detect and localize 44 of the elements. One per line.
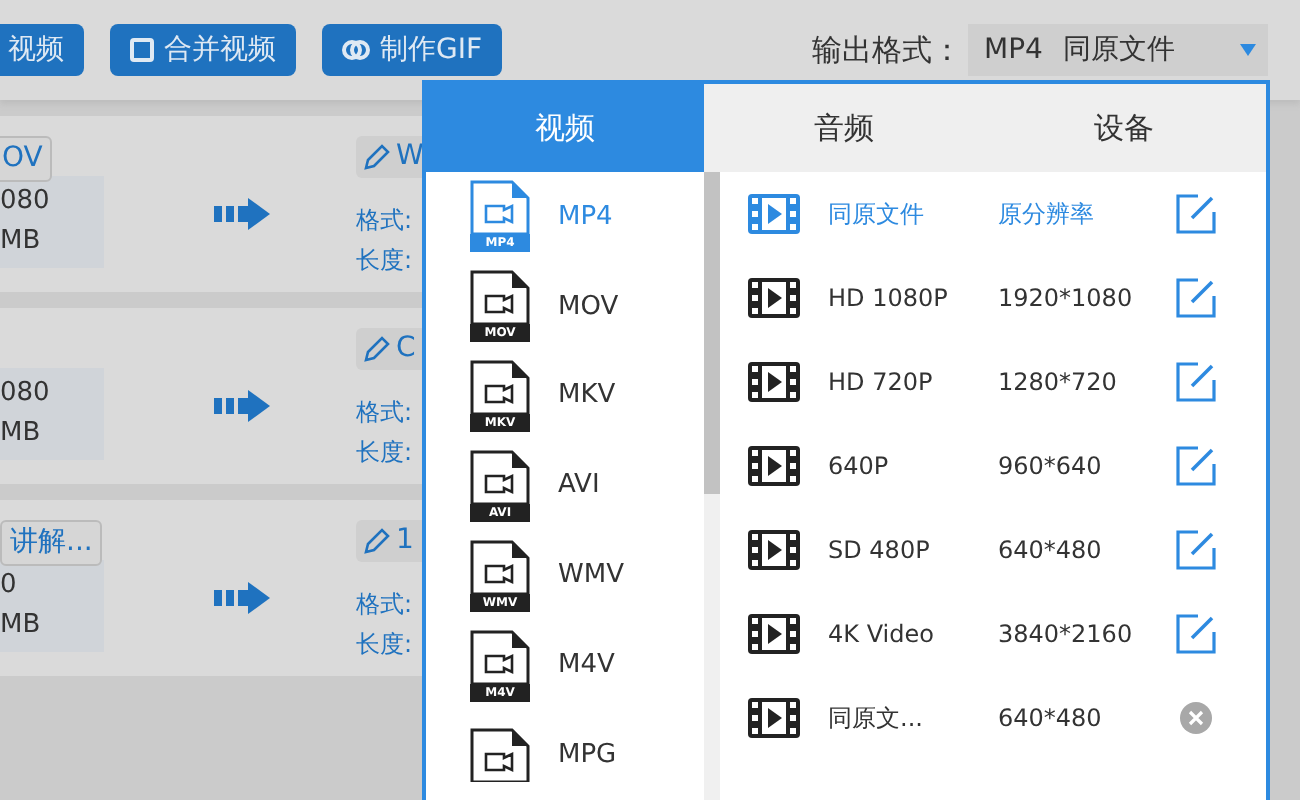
size-text: MB bbox=[0, 224, 43, 260]
preset-resolution: 640*480 bbox=[998, 702, 1104, 736]
preset-row[interactable]: 640P 960*640 bbox=[748, 424, 1266, 508]
preset-row[interactable]: HD 1080P 1920*1080 bbox=[748, 256, 1266, 340]
size-text: MB bbox=[0, 416, 43, 452]
preset-name: 同原文件 bbox=[828, 198, 926, 232]
preset-row[interactable]: 4K Video 3840*2160 bbox=[748, 592, 1266, 676]
output-format-label: 输出格式： bbox=[811, 29, 962, 72]
format-item[interactable]: MPG bbox=[426, 710, 704, 800]
length-label: 长度: bbox=[356, 244, 413, 278]
name-text: 1 bbox=[396, 522, 414, 560]
preset-resolution: 1280*720 bbox=[998, 366, 1119, 400]
preset-row[interactable]: SD 480P 640*480 bbox=[748, 508, 1266, 592]
preset-name: SD 480P bbox=[828, 534, 932, 568]
preset-row[interactable]: 同原文件 原分辨率 bbox=[748, 172, 1266, 256]
toolbar-button[interactable]: 制作GIF bbox=[322, 24, 503, 76]
preset-name: HD 1080P bbox=[828, 282, 950, 316]
preset-name: 4K Video bbox=[828, 618, 936, 652]
format-label: 格式: bbox=[356, 204, 413, 238]
name-text: C bbox=[396, 330, 416, 368]
preset-name: HD 720P bbox=[828, 366, 935, 400]
toolbar-button[interactable]: 视频 bbox=[0, 24, 84, 76]
preset-name: 同原文... bbox=[828, 702, 925, 736]
resolution-text: 080 bbox=[0, 184, 52, 220]
format-value: MP4 bbox=[984, 31, 1043, 69]
preset-row[interactable]: 同原文... 640*480 bbox=[748, 676, 1266, 760]
preset-resolution: 原分辨率 bbox=[998, 198, 1096, 232]
preset-resolution: 1920*1080 bbox=[998, 282, 1135, 316]
size-text: MB bbox=[0, 608, 43, 644]
length-label: 长度: bbox=[356, 436, 413, 470]
resolution-text: 080 bbox=[0, 376, 52, 412]
preset-value: 同原文件 bbox=[1062, 31, 1175, 69]
preset-resolution: 3840*2160 bbox=[998, 618, 1135, 652]
preset-row[interactable]: HD 720P 1280*720 bbox=[748, 340, 1266, 424]
format-label: 格式: bbox=[356, 588, 413, 622]
length-label: 长度: bbox=[356, 628, 413, 662]
format-label: 格式: bbox=[356, 396, 413, 430]
preset-name: 640P bbox=[828, 450, 891, 484]
toolbar-button[interactable]: 合并视频 bbox=[110, 24, 296, 76]
resolution-text: 0 bbox=[0, 568, 19, 604]
format-tab[interactable]: 视频 bbox=[426, 84, 704, 172]
preset-resolution: 640*480 bbox=[998, 534, 1104, 568]
output-format-select[interactable]: MP4 同原文件 bbox=[968, 24, 1268, 76]
preset-resolution: 960*640 bbox=[998, 450, 1104, 484]
